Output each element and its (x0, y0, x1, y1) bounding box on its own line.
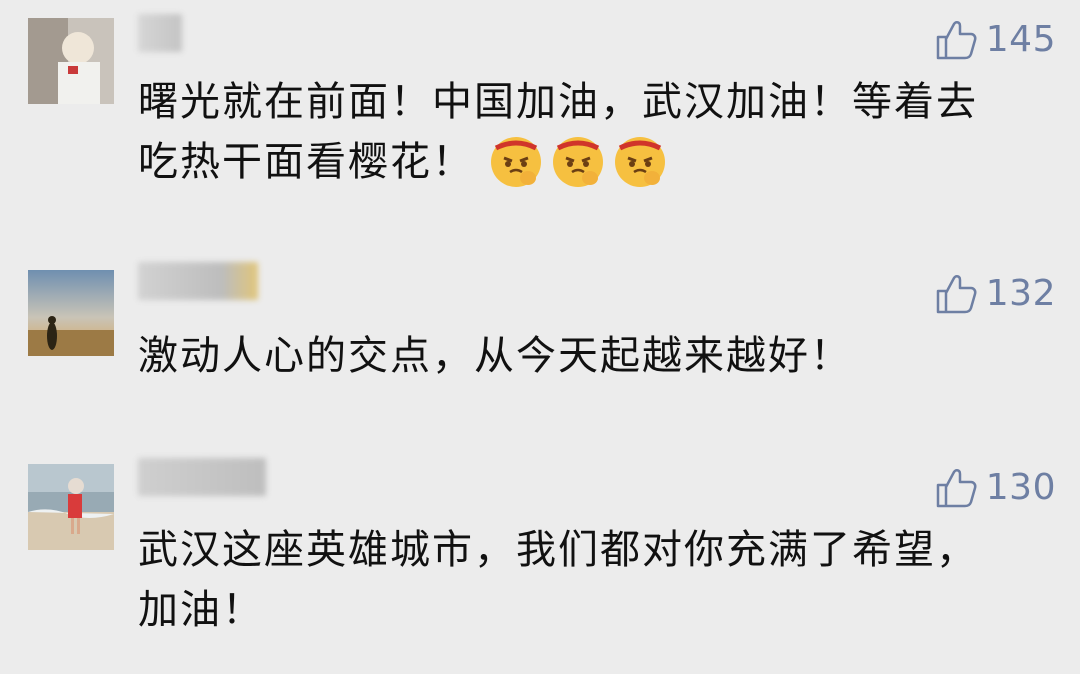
comment-text-line: 吃热干面看樱花！ (138, 132, 1048, 192)
avatar[interactable] (28, 18, 114, 104)
thumbs-up-icon (936, 469, 977, 508)
like-count: 130 (985, 467, 1056, 508)
comment-text: 武汉这座英雄城市，我们都对你充满了希望， 加油！ (138, 520, 1048, 640)
angry-fist-emoji-icon (491, 137, 541, 187)
avatar[interactable] (28, 464, 114, 550)
comment-text-line: 加油！ (138, 587, 264, 633)
thumbs-up-icon (936, 275, 977, 314)
comment-text-line-content: 吃热干面看樱花！ (138, 139, 474, 185)
angry-fist-emoji-icon (553, 137, 603, 187)
avatar[interactable] (28, 270, 114, 356)
username-blurred[interactable] (138, 14, 182, 52)
username-blurred[interactable] (138, 262, 258, 300)
like-button[interactable]: 145 (934, 18, 1056, 62)
emoji-group (488, 134, 668, 190)
like-count: 132 (985, 273, 1056, 314)
username-blurred[interactable] (138, 458, 266, 496)
thumbs-up-icon (936, 21, 977, 60)
comment-text-line: 武汉这座英雄城市，我们都对你充满了希望， (138, 527, 978, 573)
comment-text: 曙光就在前面！中国加油，武汉加油！等着去 吃热干面看樱花！ (138, 72, 1048, 192)
comment-text-line: 激动人心的交点，从今天起越来越好！ (138, 333, 852, 379)
comment-text-line: 曙光就在前面！中国加油，武汉加油！等着去 (138, 79, 978, 125)
like-button[interactable]: 130 (934, 466, 1056, 510)
angry-fist-emoji-icon (615, 137, 665, 187)
like-button[interactable]: 132 (934, 272, 1056, 316)
comment-text: 激动人心的交点，从今天起越来越好！ (138, 326, 1048, 386)
like-count: 145 (985, 19, 1056, 60)
